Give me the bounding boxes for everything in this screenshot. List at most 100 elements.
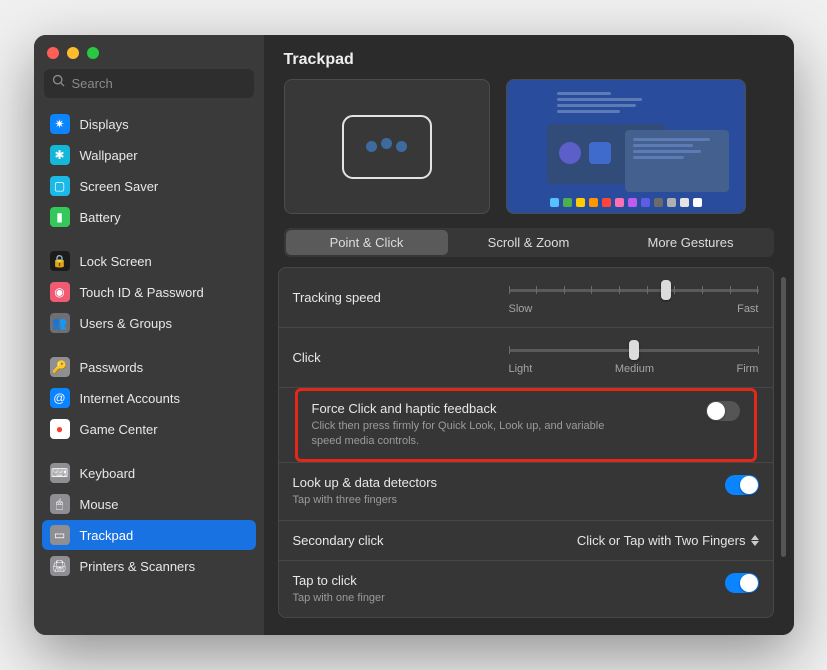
internet-accounts-icon: @ xyxy=(50,388,70,408)
dock-app-icon xyxy=(641,198,650,207)
main-pane: Trackpad xyxy=(264,35,794,635)
wallpaper-icon: ✱ xyxy=(50,145,70,165)
tracking-speed-label: Tracking speed xyxy=(293,290,381,305)
sidebar-item-mouse[interactable]: 🖱Mouse xyxy=(42,489,256,519)
dock-app-icon xyxy=(589,198,598,207)
secondary-click-label: Secondary click xyxy=(293,533,384,548)
finger-dot xyxy=(396,141,407,152)
tab-point-and-click[interactable]: Point & Click xyxy=(286,230,448,255)
sidebar-item-wallpaper[interactable]: ✱ Wallpaper xyxy=(42,140,256,170)
dock-app-icon xyxy=(680,198,689,207)
battery-icon: ▮ xyxy=(50,207,70,227)
click-slider-label: Light xyxy=(509,363,533,375)
dock-app-icon xyxy=(615,198,624,207)
sidebar-item-battery[interactable]: ▮ Battery xyxy=(42,202,256,232)
lookup-label: Look up & data detectors xyxy=(293,475,709,490)
minimize-window-button[interactable] xyxy=(67,47,79,59)
tap-to-click-toggle[interactable] xyxy=(725,573,759,593)
scrollbar[interactable] xyxy=(781,277,786,557)
sidebar-item-label: Lock Screen xyxy=(80,254,152,269)
screen-saver-icon: ▢ xyxy=(50,176,70,196)
system-settings-window: ✷Displays ✱ Wallpaper ▢ Screen Saver ▮ Battery… xyxy=(34,35,794,635)
game-center-icon: ● xyxy=(50,419,70,439)
users-groups-icon: 👥 xyxy=(50,313,70,333)
sidebar-item-label: Passwords xyxy=(80,360,144,375)
force-click-highlighted-row: Force Click and haptic feedback Click th… xyxy=(295,388,757,462)
page-title: Trackpad xyxy=(264,35,794,79)
keyboard-icon: ⌨ xyxy=(50,463,70,483)
click-label: Click xyxy=(293,350,321,365)
row-tracking-speed: Tracking speed Slow Fast xyxy=(279,268,773,328)
printers-scanners-icon: 🖨 xyxy=(50,556,70,576)
sidebar-item-users-groups[interactable]: 👥 Users & Groups xyxy=(42,308,256,338)
tracking-speed-max-label: Fast xyxy=(737,303,758,315)
force-click-toggle[interactable] xyxy=(706,401,740,421)
search-field[interactable] xyxy=(44,69,254,98)
row-tap-to-click: Tap to click Tap with one finger xyxy=(279,561,773,618)
row-click: Click Light Medium Firm xyxy=(279,328,773,388)
dock-app-icon xyxy=(550,198,559,207)
sidebar: ✷Displays ✱ Wallpaper ▢ Screen Saver ▮ Battery… xyxy=(34,35,264,635)
click-slider[interactable] xyxy=(509,340,759,360)
tracking-speed-slider[interactable] xyxy=(509,280,759,300)
force-click-description: Click then press firmly for Quick Look, … xyxy=(312,419,632,449)
sidebar-item-label: Battery xyxy=(80,210,121,225)
trackpad-icon: ▭ xyxy=(50,525,70,545)
finger-dot xyxy=(366,141,377,152)
sidebar-item-lock-screen[interactable]: 🔒 Lock Screen xyxy=(42,246,256,276)
trackpad-icon xyxy=(342,115,432,179)
sidebar-item-label: Internet Accounts xyxy=(80,391,180,406)
force-click-label: Force Click and haptic feedback xyxy=(312,401,706,416)
dock-app-icon xyxy=(667,198,676,207)
sidebar-item-internet-accounts[interactable]: @ Internet Accounts xyxy=(42,383,256,413)
sidebar-item-label: Trackpad xyxy=(80,528,134,543)
search-icon xyxy=(52,74,66,93)
passwords-icon: 🔑 xyxy=(50,357,70,377)
sidebar-item-displays[interactable]: ✷Displays xyxy=(42,109,256,139)
mouse-icon: 🖱 xyxy=(50,494,70,514)
displays-icon: ✷ xyxy=(50,114,70,134)
trackpad-gesture-preview xyxy=(284,79,490,214)
tab-more-gestures[interactable]: More Gestures xyxy=(610,230,772,255)
sidebar-item-passwords[interactable]: 🔑 Passwords xyxy=(42,352,256,382)
click-slider-label: Medium xyxy=(615,363,654,375)
close-window-button[interactable] xyxy=(47,47,59,59)
sidebar-item-keyboard[interactable]: ⌨ Keyboard xyxy=(42,458,256,488)
sidebar-item-screen-saver[interactable]: ▢ Screen Saver xyxy=(42,171,256,201)
settings-list[interactable]: Tracking speed Slow Fast xyxy=(278,267,788,625)
dock-app-icon xyxy=(576,198,585,207)
secondary-click-dropdown[interactable]: Click or Tap with Two Fingers xyxy=(577,533,759,548)
sidebar-item-label: Printers & Scanners xyxy=(80,559,196,574)
row-secondary-click: Secondary click Click or Tap with Two Fi… xyxy=(279,521,773,561)
zoom-window-button[interactable] xyxy=(87,47,99,59)
sidebar-item-trackpad[interactable]: ▭ Trackpad xyxy=(42,520,256,550)
sidebar-item-printers-scanners[interactable]: 🖨 Printers & Scanners xyxy=(42,551,256,581)
chevron-up-down-icon xyxy=(751,535,759,546)
finger-dot xyxy=(381,138,392,149)
click-slider-label: Firm xyxy=(736,363,758,375)
gesture-video-preview xyxy=(506,79,746,214)
dock-app-icon xyxy=(563,198,572,207)
sidebar-item-label: Touch ID & Password xyxy=(80,285,204,300)
sidebar-item-label: Keyboard xyxy=(80,466,136,481)
sidebar-item-game-center[interactable]: ● Game Center xyxy=(42,414,256,444)
window-traffic-lights xyxy=(34,35,264,69)
tabs: Point & Click Scroll & Zoom More Gesture… xyxy=(284,228,774,257)
sidebar-item-label: Game Center xyxy=(80,422,158,437)
sidebar-item-label: Wallpaper xyxy=(80,148,138,163)
lock-screen-icon: 🔒 xyxy=(50,251,70,271)
sidebar-item-label: Screen Saver xyxy=(80,179,159,194)
sidebar-item-label: Users & Groups xyxy=(80,316,172,331)
search-input[interactable] xyxy=(72,76,246,91)
dock-app-icon xyxy=(602,198,611,207)
sidebar-list[interactable]: ✷Displays ✱ Wallpaper ▢ Screen Saver ▮ Battery… xyxy=(34,108,264,635)
sidebar-item-touch-id-password[interactable]: ◉Touch ID & Password xyxy=(42,277,256,307)
tab-scroll-and-zoom[interactable]: Scroll & Zoom xyxy=(448,230,610,255)
tracking-speed-min-label: Slow xyxy=(509,303,533,315)
lookup-toggle[interactable] xyxy=(725,475,759,495)
tap-to-click-label: Tap to click xyxy=(293,573,709,588)
tap-to-click-description: Tap with one finger xyxy=(293,591,613,606)
secondary-click-value: Click or Tap with Two Fingers xyxy=(577,533,746,548)
row-lookup: Look up & data detectors Tap with three … xyxy=(279,463,773,521)
dock-app-icon xyxy=(628,198,637,207)
